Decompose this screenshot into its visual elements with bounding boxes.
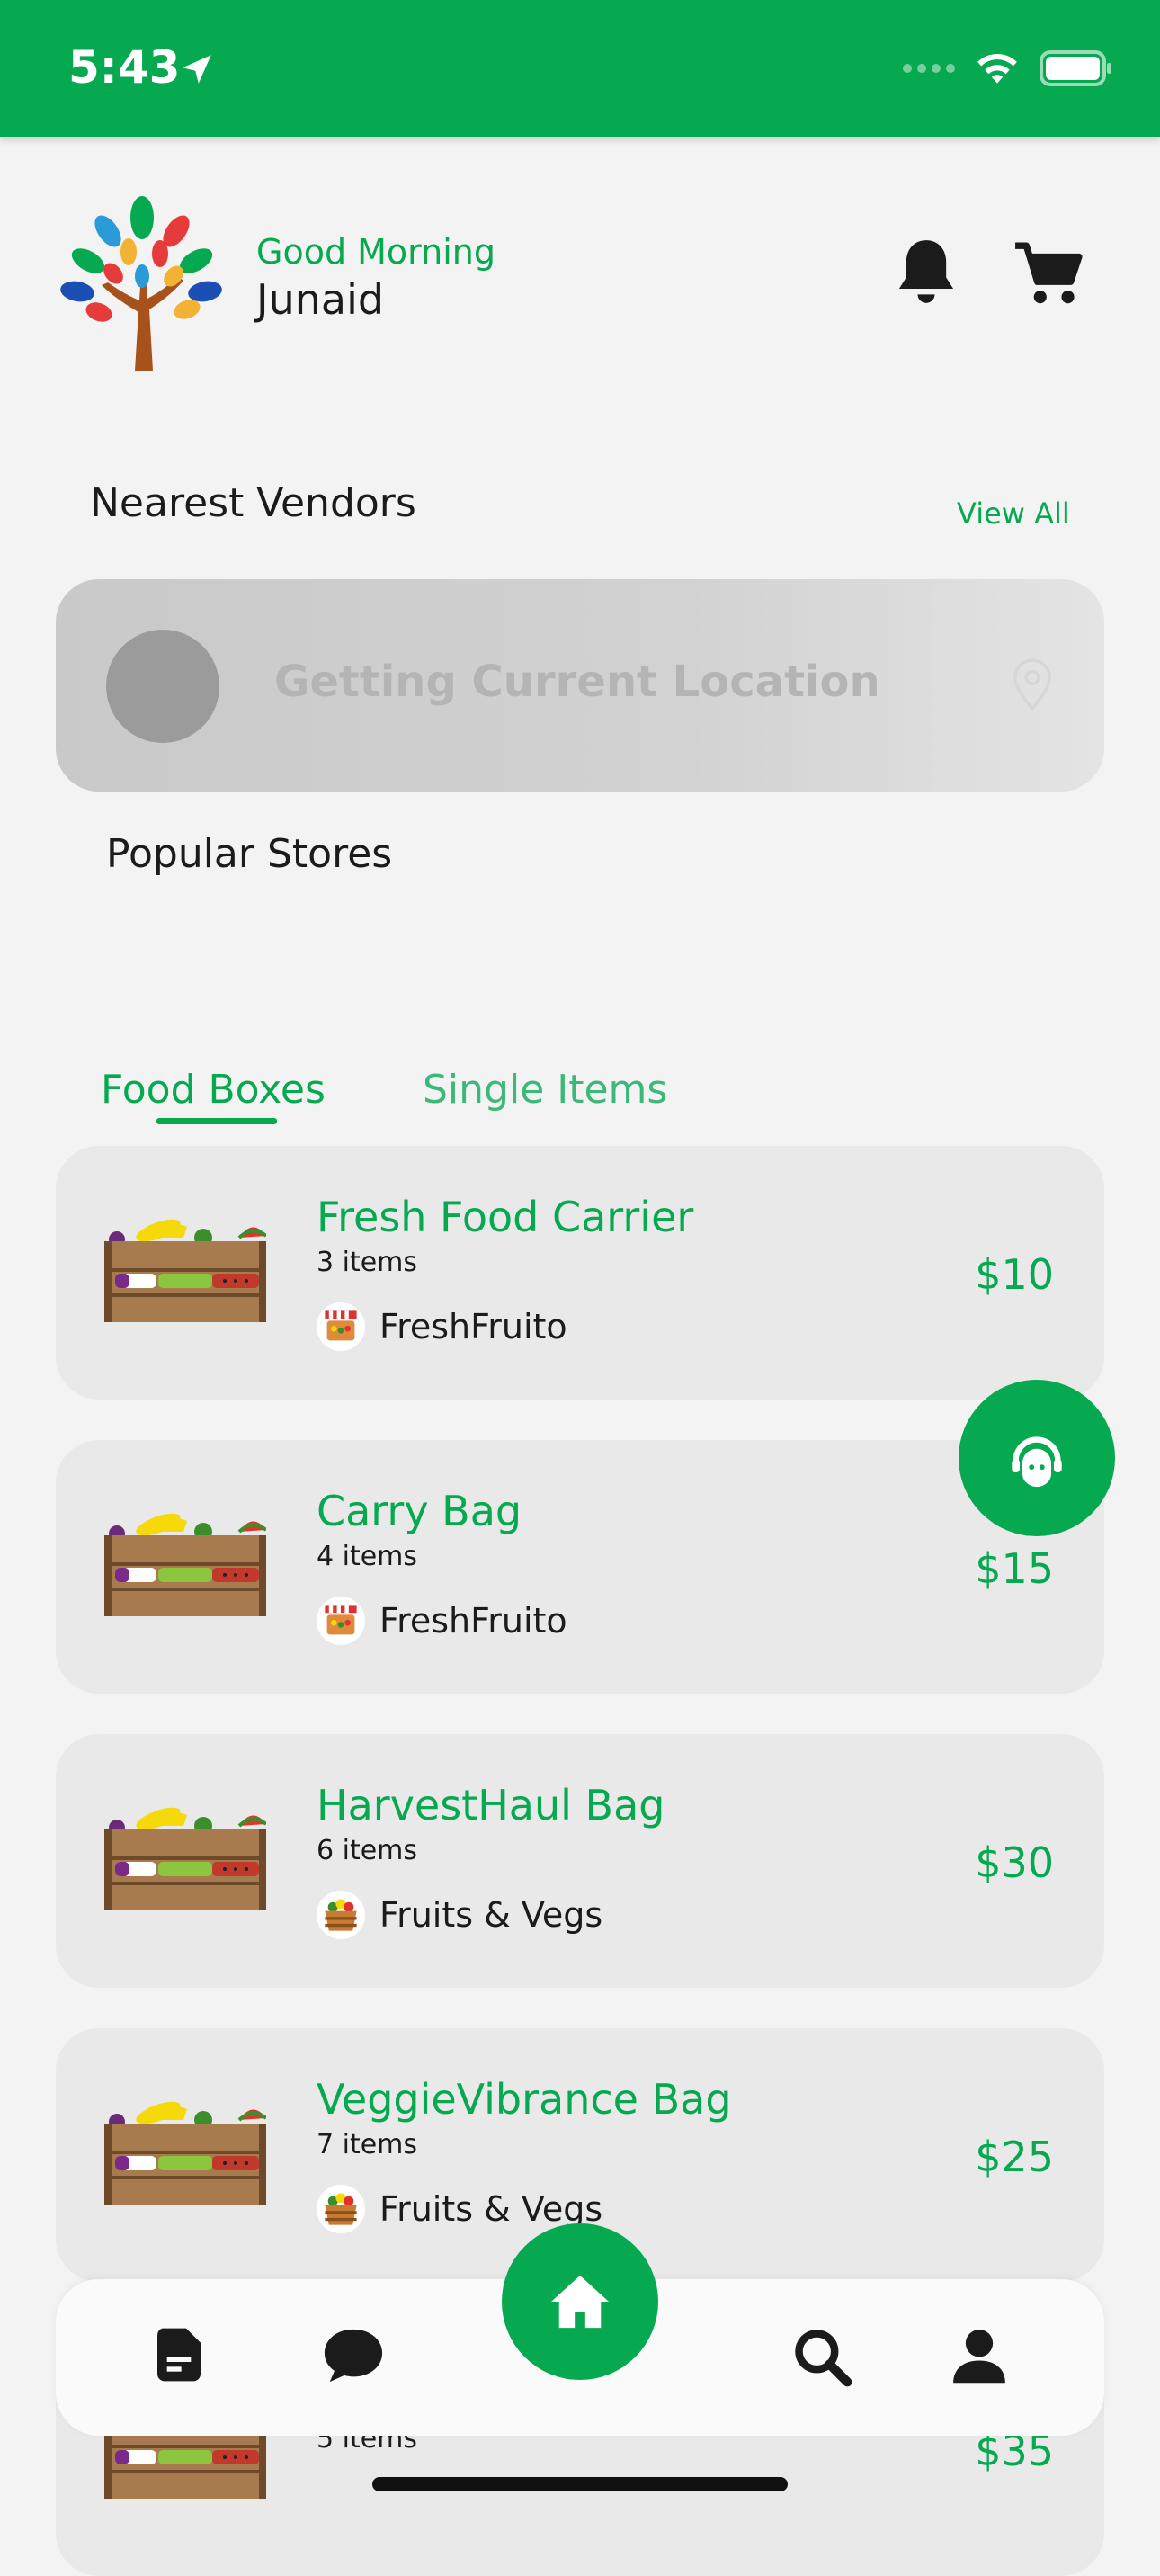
location-card[interactable]: Getting Current Location xyxy=(56,579,1104,792)
product-price: $10 xyxy=(975,1250,1054,1299)
product-card[interactable]: Carry Bag 4 items FreshFruito $15 xyxy=(56,1440,1104,1694)
status-time: 5:43 xyxy=(68,41,181,94)
tree-logo-icon xyxy=(60,196,222,371)
user-icon[interactable] xyxy=(950,2326,1009,2385)
bell-icon[interactable] xyxy=(892,234,960,309)
store-logo-icon xyxy=(317,1597,365,1645)
store-info: Fruits & Vegs xyxy=(317,1891,602,1939)
chat-icon[interactable] xyxy=(322,2326,385,2385)
greeting-text: Good Morning xyxy=(256,232,495,272)
battery-icon xyxy=(1040,50,1111,86)
crate-image xyxy=(104,1801,266,1912)
tab-food-boxes[interactable]: Food Boxes xyxy=(101,1067,326,1113)
product-name: Carry Bag xyxy=(317,1487,522,1535)
crate-image xyxy=(104,1212,266,1324)
headset-icon xyxy=(1012,1436,1062,1488)
home-icon xyxy=(551,2275,609,2329)
product-item-count: 4 items xyxy=(317,1541,418,1572)
store-info: FreshFruito xyxy=(317,1597,567,1645)
map-pin-icon xyxy=(1013,658,1052,711)
view-all-link[interactable]: View All xyxy=(957,496,1070,531)
home-button[interactable] xyxy=(502,2223,658,2380)
popular-stores-title: Popular Stores xyxy=(106,831,393,877)
status-bar: 5:43 xyxy=(0,0,1160,137)
store-name: Fruits & Vegs xyxy=(379,2189,603,2229)
status-icons xyxy=(903,50,1113,86)
location-status-text: Getting Current Location xyxy=(274,657,880,707)
store-logo-icon xyxy=(317,2185,365,2233)
product-item-count: 7 items xyxy=(317,2129,418,2160)
username: Junaid xyxy=(256,275,385,324)
cart-icon[interactable] xyxy=(1013,239,1084,308)
store-name: FreshFruito xyxy=(379,1601,567,1641)
store-logo-icon xyxy=(317,1891,365,1939)
product-item-count: 3 items xyxy=(317,1247,418,1278)
wifi-icon xyxy=(977,53,1017,84)
product-name: Fresh Food Carrier xyxy=(317,1193,694,1241)
tab-single-items[interactable]: Single Items xyxy=(423,1067,667,1113)
product-name: VeggieVibrance Bag xyxy=(317,2075,732,2124)
product-item-count: 6 items xyxy=(317,1835,418,1866)
cellular-signal-icon xyxy=(903,64,955,73)
crate-image xyxy=(104,2095,266,2206)
nearest-vendors-title: Nearest Vendors xyxy=(90,480,416,526)
product-price: $15 xyxy=(975,1544,1054,1593)
store-name: Fruits & Vegs xyxy=(379,1895,603,1935)
support-button[interactable] xyxy=(959,1380,1115,1536)
product-price: $25 xyxy=(975,2133,1054,2181)
product-card[interactable]: Fresh Food Carrier 3 items FreshFruito $… xyxy=(56,1146,1104,1400)
product-price: $30 xyxy=(975,1838,1054,1887)
store-info: FreshFruito xyxy=(317,1302,567,1351)
product-name: HarvestHaul Bag xyxy=(317,1781,665,1829)
search-icon[interactable] xyxy=(791,2326,852,2387)
home-indicator xyxy=(372,2477,788,2491)
store-name: FreshFruito xyxy=(379,1307,567,1346)
location-arrow-icon xyxy=(183,55,211,84)
home-header: Good Morning Junaid xyxy=(0,180,1160,378)
active-tab-indicator xyxy=(156,1118,277,1124)
vendor-avatar-placeholder xyxy=(106,630,219,743)
document-icon[interactable] xyxy=(153,2326,205,2384)
product-card[interactable]: HarvestHaul Bag 6 items Fruits & Vegs $3… xyxy=(56,1734,1104,1988)
crate-image xyxy=(104,1507,266,1618)
store-logo-icon xyxy=(317,1302,365,1351)
